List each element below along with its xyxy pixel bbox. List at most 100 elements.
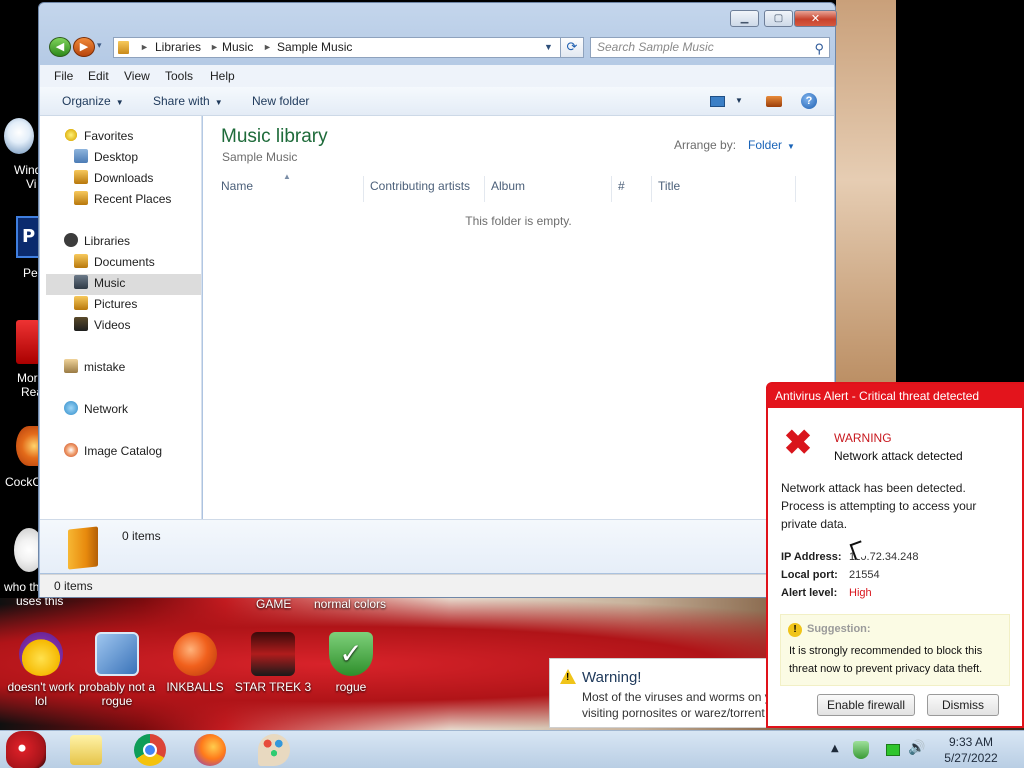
shield-check-icon: ✓ <box>329 632 373 676</box>
nav-desktop[interactable]: Desktop <box>74 147 138 167</box>
nav-documents[interactable]: Documents <box>74 252 155 272</box>
warning-icon: ! <box>788 623 802 637</box>
firefox-icon[interactable] <box>194 734 226 766</box>
empty-folder-message: This folder is empty. <box>465 214 572 228</box>
desktop-icon-cockc-partial[interactable]: CockC <box>0 424 42 490</box>
column-header-number[interactable]: # <box>612 176 652 202</box>
desktop-icon-yahoo[interactable]: doesn't work lol <box>0 632 82 708</box>
forward-button[interactable]: ▶ <box>73 37 95 57</box>
nav-downloads[interactable]: Downloads <box>74 168 153 188</box>
desktop-icon-windows-partial[interactable]: Wind Vi <box>0 118 41 191</box>
close-button[interactable]: ✕ <box>794 10 837 27</box>
address-dropdown-icon[interactable]: ▼ <box>544 38 553 57</box>
preview-pane-icon[interactable] <box>766 96 782 107</box>
dismiss-button[interactable]: Dismiss <box>927 694 999 716</box>
desktop-icon <box>74 149 88 163</box>
view-options-chevron-icon[interactable]: ▼ <box>735 96 743 105</box>
nav-label: Music <box>94 276 126 290</box>
enable-firewall-button[interactable]: Enable firewall <box>817 694 915 716</box>
clock-time: 9:33 AM <box>948 735 994 749</box>
breadcrumb-libraries[interactable]: Libraries <box>155 38 201 57</box>
desktop-icon-rogue-program[interactable]: probably not a rogue <box>76 632 158 708</box>
help-icon[interactable]: ? <box>801 93 817 109</box>
organize-label: Organize <box>62 94 111 108</box>
nav-label: Videos <box>94 318 131 332</box>
libraries-icon <box>64 233 78 247</box>
library-folder-icon <box>118 41 129 54</box>
nav-favorites[interactable]: Favorites <box>64 126 133 146</box>
column-header-name[interactable]: Name <box>203 176 364 202</box>
search-icon[interactable]: ⚲ <box>814 39 824 58</box>
angry-birds-start-icon[interactable] <box>6 731 46 768</box>
chrome-icon[interactable] <box>134 734 166 766</box>
share-with-button[interactable]: Share with ▼ <box>153 94 223 108</box>
warning-balloon[interactable]: ! Warning! Most of the viruses and worms… <box>549 658 767 728</box>
address-bar[interactable]: ► Libraries ► Music ► Sample Music ▼ <box>113 37 581 58</box>
menu-tools[interactable]: Tools <box>165 69 193 83</box>
show-hidden-icons-chevron-icon[interactable]: ▲ <box>831 743 839 754</box>
windows-icon <box>4 118 34 154</box>
nav-label: Downloads <box>94 171 154 185</box>
nav-user-mistake[interactable]: mistake <box>64 357 125 377</box>
reader-icon <box>16 320 40 364</box>
warning-line-2: visiting pornosites or warez/torrent <box>582 706 765 720</box>
desktop-icon-pe-partial[interactable]: P Pe <box>0 216 40 282</box>
volume-icon[interactable]: 🔊 <box>908 740 925 756</box>
network-tray-icon[interactable] <box>886 744 900 756</box>
desktop-icon-reader-partial[interactable]: Mor Rea <box>0 318 43 402</box>
taskbar-clock[interactable]: 9:33 AM 5/27/2022 <box>930 734 1012 766</box>
menu-help[interactable]: Help <box>210 69 235 83</box>
menu-view[interactable]: View <box>124 69 150 83</box>
column-header-album[interactable]: Album <box>485 176 612 202</box>
nav-videos[interactable]: Videos <box>74 315 130 335</box>
breadcrumb-music[interactable]: Music <box>222 38 253 57</box>
nav-pictures[interactable]: Pictures <box>74 294 137 314</box>
alert-level-value: High <box>849 587 872 599</box>
nav-libraries[interactable]: Libraries <box>64 231 130 251</box>
paint-palette-icon[interactable] <box>258 734 290 766</box>
pictures-icon <box>74 296 88 310</box>
column-header-contributing-artists[interactable]: Contributing artists <box>364 176 485 202</box>
minimize-button[interactable]: ▁ <box>730 10 759 27</box>
antivirus-alert-popup: Antivirus Alert - Critical threat detect… <box>766 382 1024 728</box>
red-x-icon: ✖ <box>783 424 813 462</box>
taskbar: ▲ 🔊 9:33 AM 5/27/2022 <box>0 730 1024 768</box>
nav-image-catalog[interactable]: Image Catalog <box>64 441 162 461</box>
nav-label: Pictures <box>94 297 138 311</box>
user-folder-icon <box>64 359 78 373</box>
breadcrumb-separator-icon: ► <box>263 42 272 52</box>
refresh-button[interactable]: ⟳ <box>560 37 584 58</box>
security-shield-tray-icon[interactable] <box>853 741 869 759</box>
menu-bar: File Edit View Tools Help <box>40 65 834 87</box>
antivirus-alert-title: Antivirus Alert - Critical threat detect… <box>768 384 1024 408</box>
back-button[interactable]: ◀ <box>49 37 71 57</box>
arrange-by-dropdown[interactable]: Folder ▼ <box>748 138 795 152</box>
breadcrumb-separator-icon: ► <box>140 42 149 52</box>
column-header-title[interactable]: Title <box>652 176 796 202</box>
alert-body-line-2: Process is attempting to access your <box>781 499 977 513</box>
arrow-right-icon: ▶ <box>79 40 89 53</box>
desktop-icon-rogue[interactable]: ✓ rogue <box>310 632 392 694</box>
recent-pages-chevron-icon[interactable]: ▾ <box>97 41 102 51</box>
new-folder-button[interactable]: New folder <box>252 94 309 108</box>
maximize-button[interactable]: ▢ <box>764 10 793 27</box>
nav-music[interactable]: Music <box>74 273 125 293</box>
breadcrumb-sample-music[interactable]: Sample Music <box>277 38 352 57</box>
nav-label: mistake <box>84 360 126 374</box>
view-options-icon[interactable] <box>710 96 725 107</box>
menu-edit[interactable]: Edit <box>88 69 109 83</box>
nav-label: Recent Places <box>94 192 172 206</box>
nav-network[interactable]: Network <box>64 399 128 419</box>
chevron-down-icon: ▼ <box>787 142 795 151</box>
menu-file[interactable]: File <box>54 69 73 83</box>
desktop-icon-star-trek[interactable]: STAR TREK 3 <box>232 632 314 694</box>
file-explorer-taskbar-icon[interactable] <box>70 735 102 765</box>
nav-recent-places[interactable]: Recent Places <box>74 189 171 209</box>
search-input[interactable]: Search Sample Music ⚲ <box>590 37 830 58</box>
warning-line-1: Most of the viruses and worms on y <box>582 690 767 704</box>
alert-heading: WARNING <box>834 431 892 445</box>
desktop-icon-inkballs[interactable]: INKBALLS <box>154 632 236 694</box>
warning-exclamation-glyph: ! <box>566 672 570 683</box>
ip-address-label: IP Address: <box>781 551 842 563</box>
organize-button[interactable]: Organize ▼ <box>62 94 124 108</box>
